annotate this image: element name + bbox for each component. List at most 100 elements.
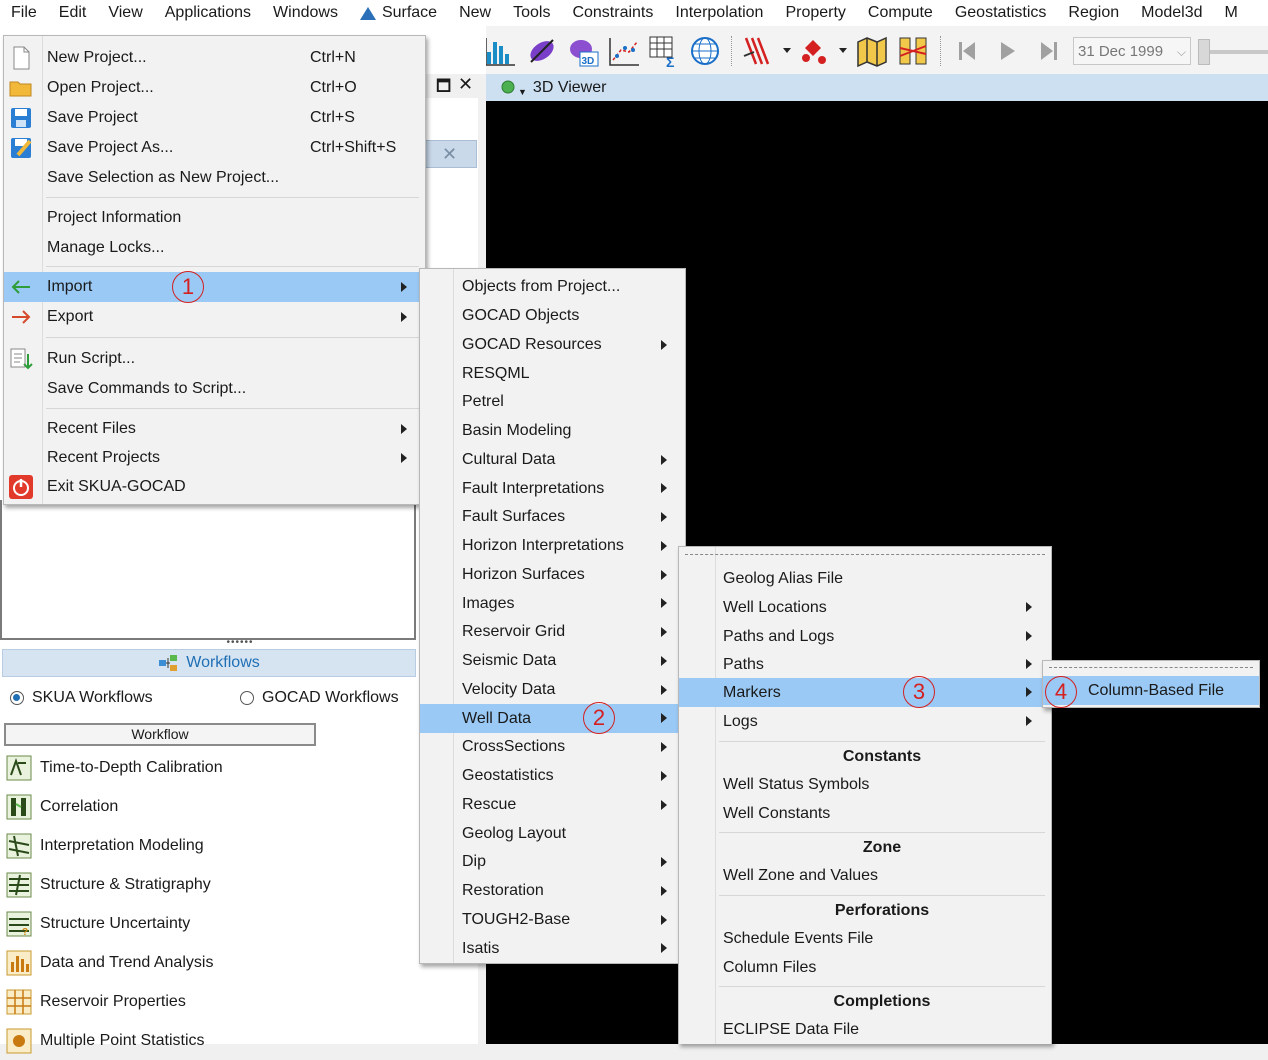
menu-item-markers[interactable]: Markers	[679, 678, 1051, 707]
menu-applications[interactable]: Applications	[154, 0, 262, 26]
menu-item-import-tough2-base[interactable]: TOUGH2-Base	[420, 906, 685, 935]
workflow-item[interactable]: Time-to-Depth Calibration	[6, 749, 223, 787]
menu-item-save-commands[interactable]: Save Commands to Script...	[4, 374, 425, 404]
menu-interpolation[interactable]: Interpolation	[664, 0, 774, 26]
workflow-item[interactable]: ? Structure Uncertainty	[6, 905, 190, 943]
workflow-item[interactable]: Interpretation Modeling	[6, 827, 204, 865]
tear-off-line[interactable]	[1049, 667, 1253, 668]
workflow-item[interactable]: Structure & Stratigraphy	[6, 866, 211, 904]
menu-item-import-basin-modeling[interactable]: Basin Modeling	[420, 417, 685, 446]
object-tab[interactable]: ✕	[425, 140, 477, 168]
skua-workflows-radio[interactable]: SKUA Workflows	[10, 689, 153, 707]
menu-edit[interactable]: Edit	[48, 0, 98, 26]
dropdown-arrow-icon[interactable]: ▼	[518, 87, 527, 97]
menu-item-recent-files[interactable]: Recent Files	[4, 414, 425, 444]
play-icon[interactable]	[991, 34, 1025, 68]
menu-item-import-gocad-resources[interactable]: GOCAD Resources	[420, 331, 685, 360]
menu-item-save-selection[interactable]: Save Selection as New Project...	[4, 163, 425, 193]
menu-item-import-geostatistics[interactable]: Geostatistics	[420, 762, 685, 791]
viewer-tab[interactable]: ▼ 3D Viewer	[486, 74, 1268, 102]
menu-item-export[interactable]: Export	[4, 302, 425, 332]
wells-icon[interactable]	[740, 34, 774, 68]
dropdown-arrow-icon[interactable]	[783, 48, 791, 53]
workflow-column-header[interactable]: Workflow	[4, 723, 316, 746]
menu-windows[interactable]: Windows	[262, 0, 349, 26]
menu-item-import-resqml[interactable]: RESQML	[420, 359, 685, 388]
menu-item-column-files[interactable]: Column Files	[679, 953, 1051, 982]
maximize-icon[interactable]: 🗖	[436, 75, 451, 102]
close-icon[interactable]: ✕	[458, 74, 473, 95]
menu-item-import-seismic-data[interactable]: Seismic Data	[420, 647, 685, 676]
workflow-item[interactable]: Correlation	[6, 788, 118, 826]
menu-item-save-project[interactable]: Save Project Ctrl+S	[4, 103, 425, 133]
splitter-grip-icon[interactable]: ••••••	[210, 638, 270, 648]
menu-item-exit[interactable]: Exit SKUA-GOCAD	[4, 472, 425, 502]
menu-item-schedule-events-file[interactable]: Schedule Events File	[679, 924, 1051, 953]
menu-item-project-information[interactable]: Project Information	[4, 203, 425, 233]
workflow-item[interactable]: Multiple Point Statistics	[6, 1022, 205, 1060]
menu-item-paths[interactable]: Paths	[679, 650, 1051, 679]
menu-item-geolog-alias-file[interactable]: Geolog Alias File	[679, 564, 1051, 593]
menu-view[interactable]: View	[97, 0, 153, 26]
menu-item-well-zone-and-values[interactable]: Well Zone and Values	[679, 861, 1051, 890]
menu-item-import-rescue[interactable]: Rescue	[420, 791, 685, 820]
close-tab-icon[interactable]: ✕	[442, 144, 457, 165]
time-slider-handle[interactable]	[1198, 39, 1210, 65]
menu-property[interactable]: Property	[774, 0, 856, 26]
menu-tools[interactable]: Tools	[502, 0, 561, 26]
menu-item-paths-and-logs[interactable]: Paths and Logs	[679, 622, 1051, 651]
grid-sum-icon[interactable]: Σ	[647, 34, 681, 68]
menu-item-import-well-data[interactable]: Well Data	[420, 704, 685, 733]
menu-item-import-gocad-objects[interactable]: GOCAD Objects	[420, 302, 685, 331]
well-markers-icon[interactable]	[797, 34, 831, 68]
workflow-item[interactable]: Data and Trend Analysis	[6, 944, 213, 982]
gocad-workflows-radio[interactable]: GOCAD Workflows	[240, 689, 399, 707]
menu-more[interactable]: M	[1214, 0, 1249, 26]
menu-item-save-project-as[interactable]: Save Project As... Ctrl+Shift+S	[4, 133, 425, 163]
menu-item-import-horizon-surfaces[interactable]: Horizon Surfaces	[420, 561, 685, 590]
menu-item-import-objects-from-project[interactable]: Objects from Project...	[420, 273, 685, 302]
menu-surface[interactable]: Surface	[349, 0, 448, 26]
menu-item-import-petrel[interactable]: Petrel	[420, 388, 685, 417]
histogram-icon[interactable]	[483, 34, 517, 68]
menu-item-well-locations[interactable]: Well Locations	[679, 593, 1051, 622]
menu-compute[interactable]: Compute	[857, 0, 944, 26]
tear-off-line[interactable]	[685, 554, 1045, 555]
scatter-plot-icon[interactable]	[607, 34, 641, 68]
menu-item-import-dip[interactable]: Dip	[420, 848, 685, 877]
menu-file[interactable]: File	[0, 0, 48, 26]
menu-item-manage-locks[interactable]: Manage Locks...	[4, 233, 425, 263]
cross-section-icon[interactable]	[896, 34, 930, 68]
menu-item-import-crosssections[interactable]: CrossSections	[420, 733, 685, 762]
menu-item-well-constants[interactable]: Well Constants	[679, 799, 1051, 828]
menu-item-import-velocity-data[interactable]: Velocity Data	[420, 676, 685, 705]
date-select[interactable]: 31 Dec 1999 ⌵	[1073, 37, 1191, 65]
surface-pen-icon[interactable]	[525, 34, 559, 68]
menu-item-import-horizon-interpretations[interactable]: Horizon Interpretations	[420, 532, 685, 561]
menu-item-import-cultural-data[interactable]: Cultural Data	[420, 446, 685, 475]
menu-constraints[interactable]: Constraints	[561, 0, 664, 26]
menu-item-open-project[interactable]: Open Project... Ctrl+O	[4, 73, 425, 103]
menu-new[interactable]: New	[448, 0, 502, 26]
menu-region[interactable]: Region	[1057, 0, 1130, 26]
menu-item-import-fault-surfaces[interactable]: Fault Surfaces	[420, 503, 685, 532]
menu-item-well-status-symbols[interactable]: Well Status Symbols	[679, 770, 1051, 799]
step-forward-icon[interactable]	[1031, 34, 1065, 68]
menu-item-logs[interactable]: Logs	[679, 707, 1051, 736]
menu-item-import-images[interactable]: Images	[420, 589, 685, 618]
menu-item-import-geolog-layout[interactable]: Geolog Layout	[420, 819, 685, 848]
workflow-item[interactable]: Reservoir Properties	[6, 983, 186, 1021]
menu-item-import-reservoir-grid[interactable]: Reservoir Grid	[420, 618, 685, 647]
step-back-icon[interactable]	[951, 34, 985, 68]
map-icon[interactable]	[855, 34, 889, 68]
menu-item-import-isatis[interactable]: Isatis	[420, 934, 685, 963]
menu-geostatistics[interactable]: Geostatistics	[944, 0, 1058, 26]
menu-item-new-project[interactable]: New Project... Ctrl+N	[4, 43, 425, 73]
menu-item-eclipse-data-file[interactable]: ECLIPSE Data File	[679, 1015, 1051, 1044]
menu-item-run-script[interactable]: Run Script...	[4, 344, 425, 374]
menu-item-recent-projects[interactable]: Recent Projects	[4, 443, 425, 473]
dropdown-arrow-icon[interactable]	[839, 48, 847, 53]
viewer-status-icon[interactable]	[500, 79, 518, 97]
menu-item-import[interactable]: Import	[4, 272, 425, 302]
menu-item-import-restoration[interactable]: Restoration	[420, 877, 685, 906]
